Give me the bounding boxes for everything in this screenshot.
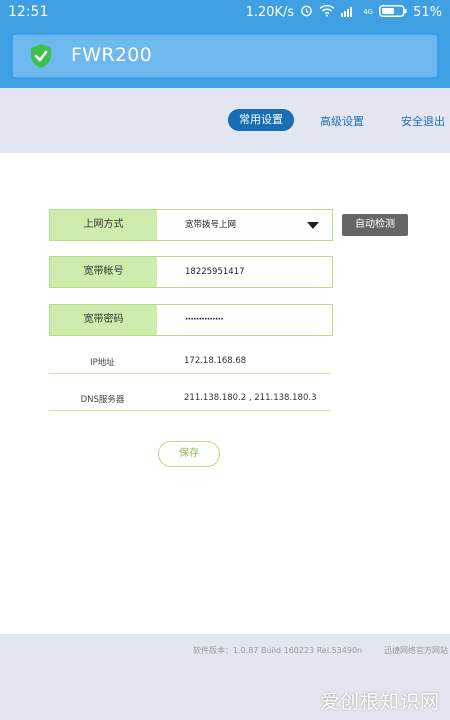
- account-label: 宽带帐号: [50, 257, 157, 287]
- save-button[interactable]: 保存: [158, 441, 220, 467]
- alarm-icon: [300, 4, 313, 21]
- dns-row: DNS服务器 211.138.180.2 , 211.138.180.3: [49, 389, 330, 411]
- tab-advanced-settings[interactable]: 高级设置: [320, 113, 364, 129]
- connection-type-value: 宽带拨号上网: [185, 220, 237, 230]
- network-type: 4G: [363, 8, 374, 16]
- account-value: 18225951417: [185, 267, 245, 277]
- password-field[interactable]: 宽带密码 ··············: [49, 304, 333, 336]
- status-bar: 12:51 1.20K/s 4G 51%: [0, 0, 450, 26]
- dns-label: DNS服务器: [80, 395, 125, 405]
- connection-type-label: 上网方式: [50, 210, 157, 240]
- shield-check-icon: [29, 43, 53, 69]
- software-version: 软件版本：1.0.87 Build 160223 Rel.53490n: [193, 646, 363, 655]
- password-value: ··············: [185, 315, 224, 325]
- auto-detect-button[interactable]: 自动检测: [342, 214, 408, 236]
- ip-label: IP地址: [90, 358, 115, 368]
- official-site-link[interactable]: 迅捷网络官方网站: [384, 645, 450, 656]
- tab-common-settings[interactable]: 常用设置: [228, 109, 294, 131]
- app-title: FWR200: [71, 44, 152, 66]
- header-card: FWR200: [13, 35, 437, 77]
- watermark: 爱创根知识网: [319, 691, 440, 713]
- battery-icon: [379, 4, 407, 21]
- network-speed: 1.20K/s: [245, 5, 295, 20]
- status-right: 1.20K/s 4G 51%: [246, 4, 442, 21]
- status-time: 12:51: [8, 4, 49, 20]
- wifi-icon: [319, 4, 335, 21]
- password-label: 宽带密码: [50, 305, 157, 335]
- nav-bar: [0, 88, 450, 153]
- ip-value: 172.18.168.68: [184, 356, 247, 366]
- tab-logout[interactable]: 安全退出: [401, 113, 445, 129]
- connection-type-select[interactable]: 上网方式 宽带拨号上网: [49, 209, 333, 241]
- ip-row: IP地址 172.18.168.68: [49, 352, 330, 374]
- app-header: FWR200: [0, 26, 450, 88]
- dns-value: 211.138.180.2 , 211.138.180.3: [184, 393, 317, 403]
- account-field[interactable]: 宽带帐号 18225951417: [49, 256, 333, 288]
- battery-level: 51%: [413, 5, 442, 20]
- signal-icon: [341, 5, 357, 21]
- chevron-down-icon: [307, 222, 319, 229]
